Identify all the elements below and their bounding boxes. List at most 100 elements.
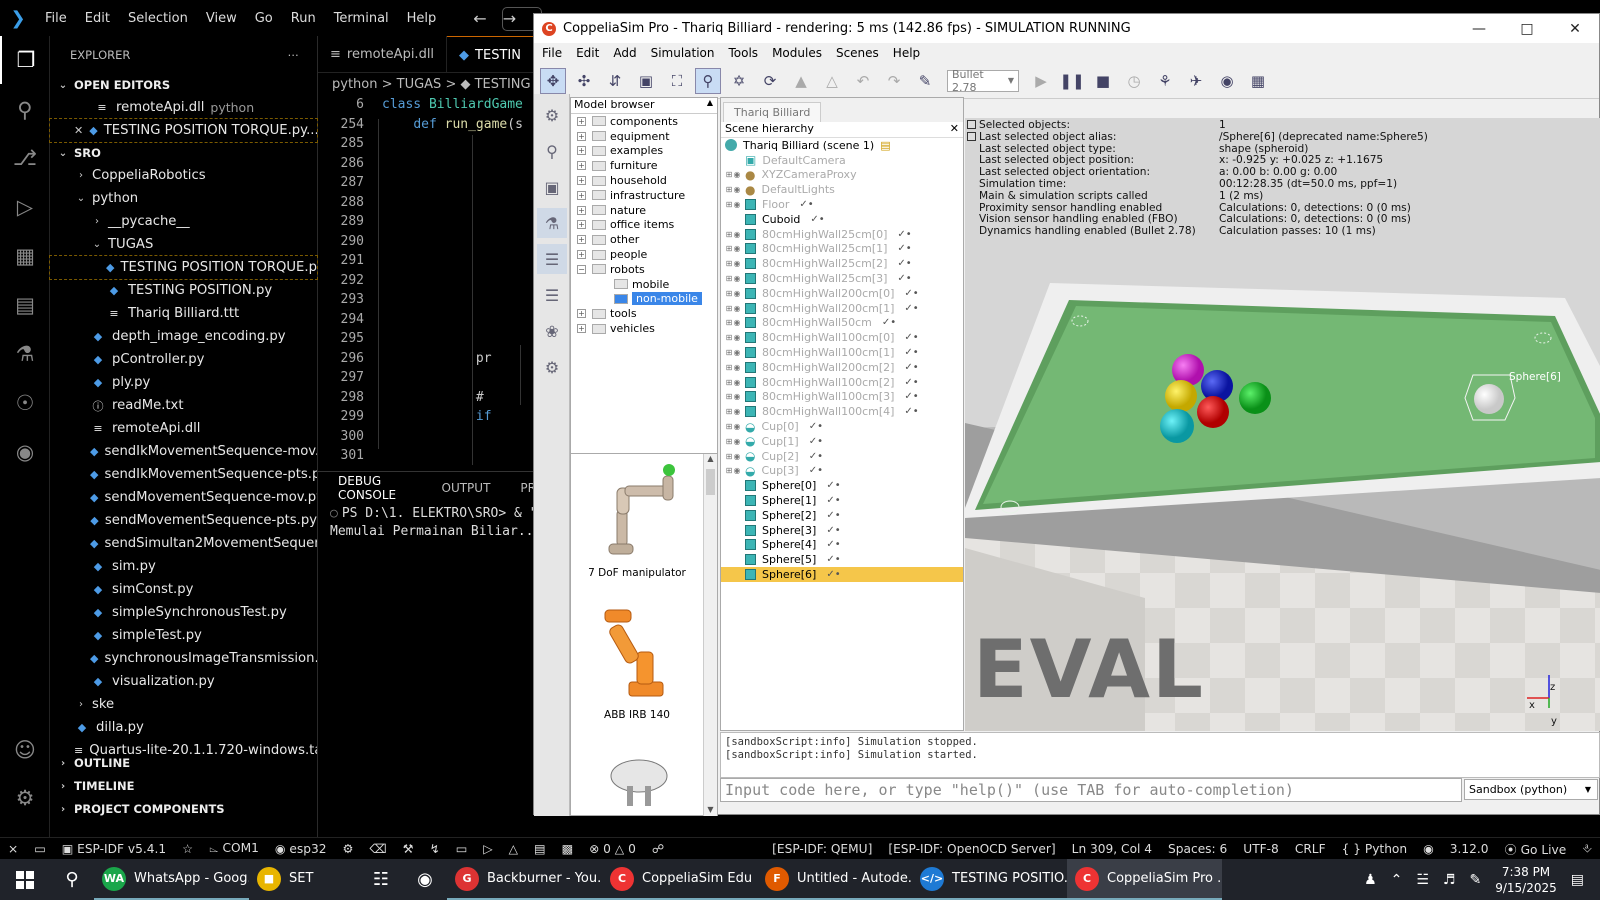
tree-item[interactable]: › CoppeliaRobotics: [50, 164, 317, 187]
scene-object[interactable]: Sphere[5] ✓•: [721, 552, 963, 567]
notifications-icon[interactable]: ⎀: [1574, 841, 1600, 856]
tree-item[interactable]: ◆ pController.py: [50, 348, 317, 371]
scripts-icon[interactable]: ⚙: [537, 352, 567, 382]
menu-edit[interactable]: Edit: [576, 46, 599, 60]
command-input[interactable]: Input code here, or type "help()" (use T…: [720, 778, 1462, 802]
sandbox-language-select[interactable]: Sandbox (python) ▼: [1464, 779, 1598, 800]
run-debug-icon[interactable]: ▷: [0, 183, 50, 231]
expand-icon[interactable]: ⊞: [725, 333, 733, 342]
terminal-icon[interactable]: ▤: [526, 842, 554, 856]
tab-testing[interactable]: ◆ TESTIN: [447, 36, 534, 73]
tree-item[interactable]: ◆ sendIkMovementSequence-mov.py: [50, 440, 317, 463]
tree-item[interactable]: ◆ simpleSynchronousTest.py: [50, 601, 317, 624]
menu-edit[interactable]: Edit: [76, 11, 119, 26]
model-folder-non-mobile[interactable]: non-mobile: [571, 292, 717, 307]
folder-icon[interactable]: ▭: [26, 842, 54, 856]
ball-red[interactable]: [1197, 396, 1229, 428]
menu-simulation[interactable]: Simulation: [651, 46, 715, 60]
camera-angle-icon[interactable]: ▣: [633, 68, 659, 94]
scene-object[interactable]: ⊞ ◉ Floor ✓•: [721, 197, 963, 212]
expand-icon[interactable]: ⊞: [725, 363, 733, 372]
windows-start-icon[interactable]: [0, 859, 50, 900]
expand-icon[interactable]: ⊞: [725, 392, 733, 401]
tree-item[interactable]: ◆ sim.py: [50, 555, 317, 578]
remote-explorer-icon[interactable]: ▤: [0, 281, 50, 329]
scene-object[interactable]: Sphere[1] ✓•: [721, 493, 963, 508]
scene-object[interactable]: ⊞ ◉ ◒ Cup[1] ✓•: [721, 434, 963, 449]
breadcrumb[interactable]: python > TUGAS > ◆ TESTING P: [318, 73, 536, 95]
object-rotate-icon[interactable]: ⟳: [757, 68, 783, 94]
expand-icon[interactable]: ⊞: [725, 378, 733, 387]
expand-icon[interactable]: +: [577, 131, 586, 141]
taskbar-app[interactable]: ■ SET: [249, 859, 359, 900]
collapse-icon[interactable]: ▲: [707, 98, 713, 113]
view-zoom-icon[interactable]: ⚲: [537, 136, 567, 166]
menu-file[interactable]: File: [36, 11, 76, 26]
expand-icon[interactable]: +: [577, 324, 586, 334]
model-folder-vehicles[interactable]: + vehicles: [571, 321, 717, 336]
camera-shift-icon[interactable]: ⇵: [602, 68, 628, 94]
clock[interactable]: 7:38 PM 9/15/2025: [1495, 864, 1557, 896]
scene-script-icon[interactable]: ▤: [880, 139, 890, 152]
expand-icon[interactable]: ⊞: [725, 348, 733, 357]
scene-object[interactable]: Sphere[3] ✓•: [721, 523, 963, 538]
scene-object[interactable]: ⊞ ◉ ● XYZCameraProxy: [721, 168, 963, 183]
account-icon[interactable]: ☺: [0, 726, 50, 774]
model-folder-equipment[interactable]: + equipment: [571, 129, 717, 144]
tree-item[interactable]: ◆ sendSimultan2MovementSequence...: [50, 532, 317, 555]
tools-icon[interactable]: ☍: [644, 842, 672, 856]
trash-icon[interactable]: ⌫: [361, 842, 394, 856]
build-icon[interactable]: ▩: [554, 842, 582, 856]
taskbar-app[interactable]: F Untitled - Autode...: [757, 859, 912, 900]
search-icon[interactable]: ⚲: [0, 86, 50, 134]
tree-item[interactable]: ⓘ readMe.txt: [50, 394, 317, 417]
pen-icon[interactable]: ✎: [1470, 872, 1482, 888]
search-icon[interactable]: ⚲: [50, 859, 94, 900]
scroll-down-icon[interactable]: ▼: [704, 805, 717, 814]
scene-object[interactable]: ⊞ ◉ 80cmHighWall100cm[2] ✓•: [721, 375, 963, 390]
model-folder-other[interactable]: + other: [571, 232, 717, 247]
expand-icon[interactable]: ⊞: [725, 170, 733, 179]
assemble-icon[interactable]: ▲: [788, 68, 814, 94]
model-folder-people[interactable]: + people: [571, 247, 717, 262]
scroll-thumb[interactable]: [706, 469, 715, 495]
expand-icon[interactable]: +: [577, 176, 586, 186]
scene-object[interactable]: ⊞ ◉ 80cmHighWall50cm ✓•: [721, 316, 963, 331]
openocd-status[interactable]: [ESP-IDF: OpenOCD Server]: [880, 842, 1063, 856]
model-folder-nature[interactable]: + nature: [571, 203, 717, 218]
expand-icon[interactable]: +: [577, 309, 586, 319]
tree-item[interactable]: ⌄ python: [50, 187, 317, 210]
undo-icon[interactable]: ↶: [850, 68, 876, 94]
fit-to-view-icon[interactable]: ⛶: [664, 68, 690, 94]
camera-pan-icon[interactable]: ✥: [540, 67, 566, 94]
notifications-icon[interactable]: ▤: [1571, 872, 1584, 888]
scene-object[interactable]: ⊞ ◉ 80cmHighWall25cm[1] ✓•: [721, 242, 963, 257]
scene-object[interactable]: ⊞ ◉ ● DefaultLights: [721, 182, 963, 197]
scene-hierarchy-toggle-icon[interactable]: ☰: [537, 244, 567, 274]
expand-icon[interactable]: ⊞: [725, 437, 733, 446]
tree-item[interactable]: ◆ sendIkMovementSequence-pts.py: [50, 463, 317, 486]
source-control-icon[interactable]: ⎇: [0, 134, 50, 182]
info-toggle-icon[interactable]: [967, 132, 976, 141]
python-version[interactable]: 3.12.0: [1442, 842, 1497, 856]
model-folder-household[interactable]: + household: [571, 173, 717, 188]
menu-help[interactable]: Help: [893, 46, 920, 60]
expand-icon[interactable]: −: [577, 264, 586, 274]
taskbar-app[interactable]: G Backburner - You...: [447, 859, 602, 900]
menu-scenes[interactable]: Scenes: [836, 46, 879, 60]
code-line[interactable]: pr: [382, 351, 492, 366]
transfer-dna-icon[interactable]: △: [819, 68, 845, 94]
model-folder-examples[interactable]: + examples: [571, 144, 717, 159]
menu-modules[interactable]: Modules: [772, 46, 822, 60]
scene-object[interactable]: Sphere[2] ✓•: [721, 508, 963, 523]
collections-icon[interactable]: ❀: [537, 316, 567, 346]
firefox-icon[interactable]: ◉: [403, 859, 447, 900]
tree-item[interactable]: ◆ sendMovementSequence-pts.py: [50, 509, 317, 532]
close-icon[interactable]: ✕: [74, 124, 83, 137]
model-browser-scrollbar[interactable]: ▲ ▼: [703, 454, 717, 816]
click-select-icon[interactable]: ⚲: [695, 67, 721, 94]
tree-item[interactable]: ◆ TESTING POSITION.py: [50, 279, 317, 302]
model-folder-components[interactable]: + components: [571, 114, 717, 129]
expand-icon[interactable]: ⊞: [725, 304, 733, 313]
tree-item[interactable]: ◆ simpleTest.py: [50, 624, 317, 647]
